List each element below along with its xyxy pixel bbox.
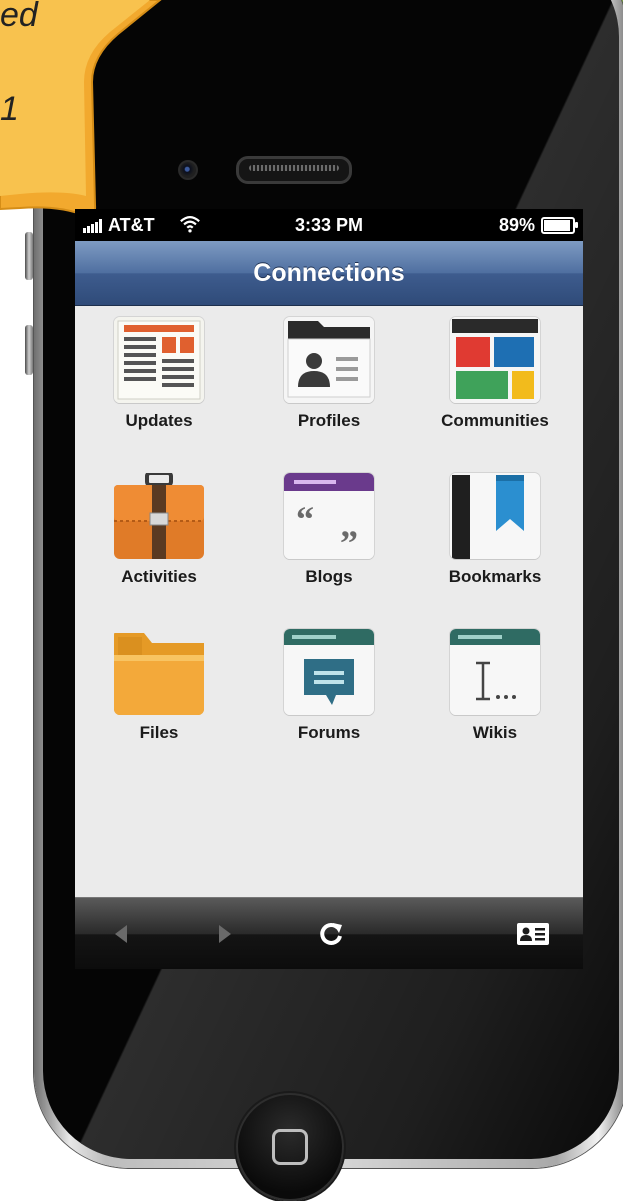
files-folder-icon (114, 629, 204, 715)
battery-percent: 89% (498, 215, 535, 235)
mute-switch (25, 232, 33, 280)
page-title: Connections (253, 258, 405, 287)
forums-speech-bubble-icon (284, 629, 374, 715)
battery-icon (541, 217, 578, 234)
communities-blocks-icon (450, 317, 540, 403)
status-bar: AT&T 3:33 PM 89% (75, 209, 583, 241)
activities-briefcase-icon (114, 473, 204, 559)
home-button[interactable] (236, 1093, 344, 1201)
banner-text-line1: ed (0, 0, 39, 34)
app-label: Bookmarks (448, 567, 542, 586)
back-arrow-icon (115, 925, 127, 943)
refresh-button[interactable] (301, 912, 361, 956)
bottom-toolbar (75, 897, 583, 969)
phone-screen: AT&T 3:33 PM 89% Connections Updates Pro… (75, 209, 583, 969)
front-camera-icon (178, 160, 198, 180)
app-activities[interactable]: Activities (75, 473, 243, 587)
profiles-card-icon (284, 317, 374, 403)
app-forums[interactable]: Forums (245, 629, 413, 743)
bookmarks-ribbon-icon (450, 473, 540, 559)
app-label: Activities (121, 567, 197, 586)
app-wikis[interactable]: Wikis (411, 629, 579, 743)
updates-newspaper-icon (114, 317, 204, 403)
app-label: Forums (297, 723, 361, 742)
star-banner: ed 1 (0, 0, 162, 218)
svg-text:“: “ (296, 499, 314, 539)
forward-arrow-icon (219, 925, 231, 943)
app-label: Wikis (472, 723, 518, 742)
app-label: Blogs (305, 567, 353, 586)
banner-text-line2: 1 (0, 90, 19, 128)
volume-up-button (25, 325, 33, 375)
app-communities[interactable]: Communities (411, 317, 579, 431)
app-bookmarks[interactable]: Bookmarks (411, 473, 579, 587)
app-label: Files (139, 723, 179, 742)
app-files[interactable]: Files (75, 629, 243, 743)
app-label: Updates (125, 411, 193, 430)
app-updates[interactable]: Updates (75, 317, 243, 431)
refresh-icon (320, 922, 342, 945)
forward-button[interactable] (195, 912, 255, 956)
navigation-bar: Connections (75, 241, 583, 306)
app-blogs[interactable]: “ ” Blogs (245, 473, 413, 587)
blogs-quote-icon: “ ” (284, 473, 374, 559)
app-profiles[interactable]: Profiles (245, 317, 413, 431)
app-label: Profiles (297, 411, 361, 430)
wikis-text-cursor-icon (450, 629, 540, 715)
home-square-icon (272, 1129, 308, 1165)
svg-text:”: ” (340, 523, 358, 559)
back-button[interactable] (91, 912, 151, 956)
contact-card-button[interactable] (503, 912, 563, 956)
contact-card-icon (517, 923, 549, 945)
earpiece-speaker (236, 156, 352, 184)
app-label: Communities (441, 411, 549, 430)
battery-info: 89% (498, 215, 578, 236)
